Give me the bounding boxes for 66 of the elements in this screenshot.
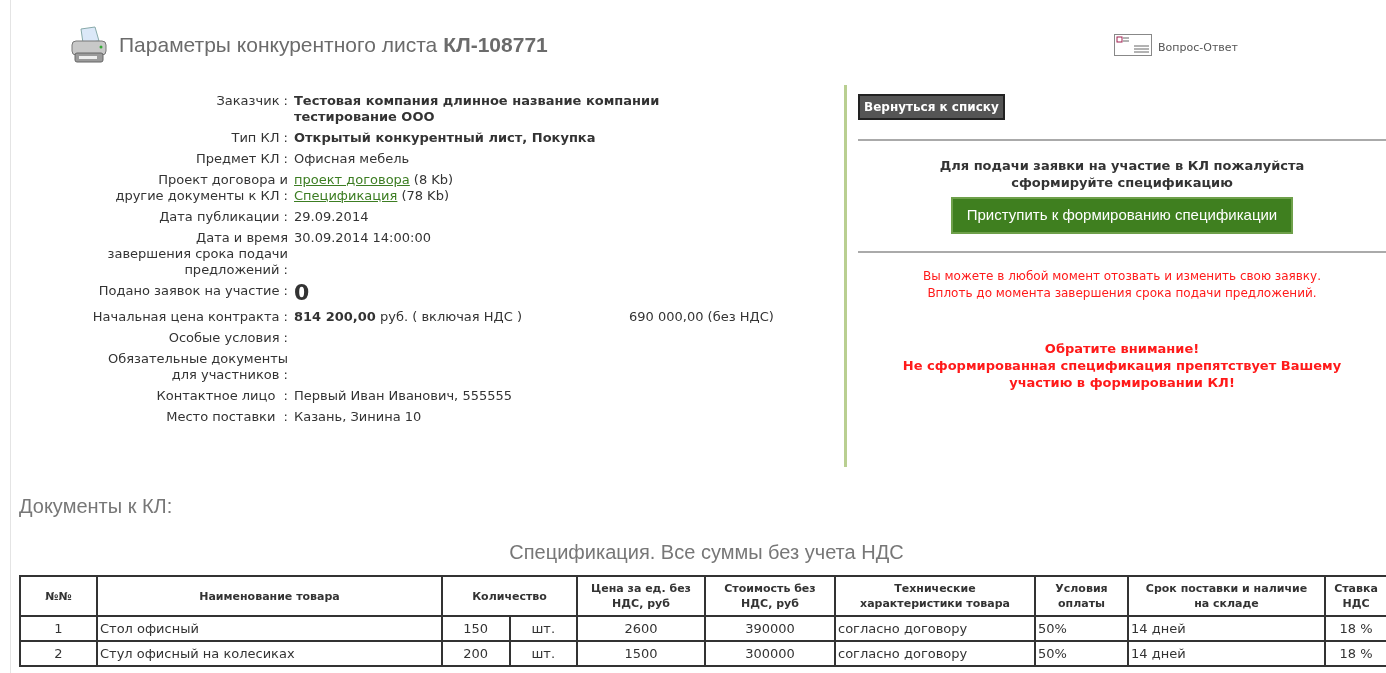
table-cell: 1 bbox=[20, 616, 97, 641]
bid-count: 0 bbox=[294, 280, 310, 305]
field-value: Первый Иван Иванович, 555555 bbox=[294, 388, 512, 403]
table-cell: 50% bbox=[1035, 641, 1128, 666]
faq-link[interactable]: Вопрос-Ответ bbox=[1158, 39, 1238, 56]
table-cell: 14 дней bbox=[1128, 616, 1325, 641]
table-cell: 300000 bbox=[705, 641, 835, 666]
field-value: Открытый конкурентный лист, Покупка bbox=[294, 130, 597, 146]
page-title: Параметры конкурентного листа КЛ-108771 bbox=[119, 32, 548, 59]
prompt-text: Для подачи заявки на участие в КЛ пожалуйста сформируйте спецификацию bbox=[938, 157, 1306, 191]
document-link[interactable]: Спецификация bbox=[294, 188, 398, 204]
table-cell: 150 bbox=[442, 616, 510, 641]
field-label: Дата и время завершения срока подачи предложений : bbox=[106, 230, 289, 278]
file-size: (8 Kb) bbox=[413, 172, 454, 188]
table-cell: согласно договору bbox=[835, 616, 1035, 641]
envelope-icon bbox=[1114, 34, 1153, 56]
field-label: Место поставки : bbox=[165, 409, 289, 425]
field-label: Контактное лицо : bbox=[155, 388, 289, 404]
file-size: (78 Kb) bbox=[401, 188, 449, 204]
table-cell: Стол офисный bbox=[97, 616, 442, 641]
section-heading: Документы к КЛ: bbox=[19, 494, 174, 519]
notice-text: Вы можете в любой момент отозвать и изменить свою заявку. bbox=[922, 267, 1322, 285]
warning-text: Не сформированная спецификация препятствует Вашему участию в формировании КЛ! bbox=[901, 356, 1343, 391]
field-label: Подано заявок на участие : bbox=[97, 283, 289, 300]
table-cell: 1500 bbox=[577, 641, 705, 666]
field-label: Дата публикации : bbox=[158, 209, 289, 225]
document-link[interactable]: проект договора bbox=[294, 172, 410, 188]
field-label: Особые условия : bbox=[167, 330, 289, 346]
field-value: Тестовая компания длинное название компании тестирование ООО bbox=[294, 93, 661, 125]
table-cell: 200 bbox=[442, 641, 510, 666]
column-header: Срок поставки и наличие на складе bbox=[1128, 576, 1325, 616]
notice-text: Вплоть до момента завершения срока подачи предложений. bbox=[926, 284, 1318, 302]
table-cell: 390000 bbox=[705, 616, 835, 641]
field-label: Проект договора и другие документы к КЛ : bbox=[114, 172, 289, 204]
column-header: №№ bbox=[20, 576, 97, 616]
table-cell: 14 дней bbox=[1128, 641, 1325, 666]
start-specification-button[interactable]: Приступить к формированию спецификации bbox=[950, 197, 1294, 234]
table-cell: согласно договору bbox=[835, 641, 1035, 666]
table-cell: 50% bbox=[1035, 616, 1128, 641]
field-value: 30.09.2014 14:00:00 bbox=[294, 230, 431, 245]
back-button[interactable]: Вернуться к списку bbox=[858, 94, 1005, 120]
field-label: Предмет КЛ : bbox=[194, 151, 289, 167]
column-header: Условия оплаты bbox=[1035, 576, 1128, 616]
table-cell: шт. bbox=[509, 641, 577, 666]
table-title: Спецификация. Все суммы без учета НДС bbox=[508, 540, 905, 565]
column-header: Цена за ед. без НДС, руб bbox=[577, 576, 705, 616]
column-header: Количество bbox=[442, 576, 577, 616]
table-cell: 2 bbox=[20, 641, 97, 666]
column-header: Наименование товара bbox=[97, 576, 442, 616]
table-cell: шт. bbox=[509, 616, 577, 641]
field-value: 29.09.2014 bbox=[294, 209, 369, 224]
field-value: Офисная мебель bbox=[294, 151, 410, 166]
field-label: Тип КЛ : bbox=[230, 130, 289, 146]
column-header: Ставка НДС bbox=[1325, 576, 1386, 616]
field-label: Обязательные документы для участников : bbox=[107, 351, 289, 383]
field-label: Начальная цена контракта : bbox=[91, 309, 289, 325]
price-value: 814 200,00 руб. ( включая НДС ) bbox=[294, 309, 523, 325]
table-cell: 2600 bbox=[577, 616, 705, 641]
warning-text: Обратите внимание! bbox=[1043, 339, 1201, 357]
printer-icon bbox=[69, 25, 109, 65]
column-header: Технические характеристики товара bbox=[835, 576, 1035, 616]
price-without-vat: 690 000,00 (без НДС) bbox=[629, 309, 774, 325]
column-header: Стоимость без НДС, руб bbox=[705, 576, 835, 616]
field-label: Заказчик : bbox=[215, 93, 289, 110]
table-cell: Стул офисный на колесиках bbox=[97, 641, 442, 666]
field-value: Казань, Зинина 10 bbox=[294, 409, 422, 424]
